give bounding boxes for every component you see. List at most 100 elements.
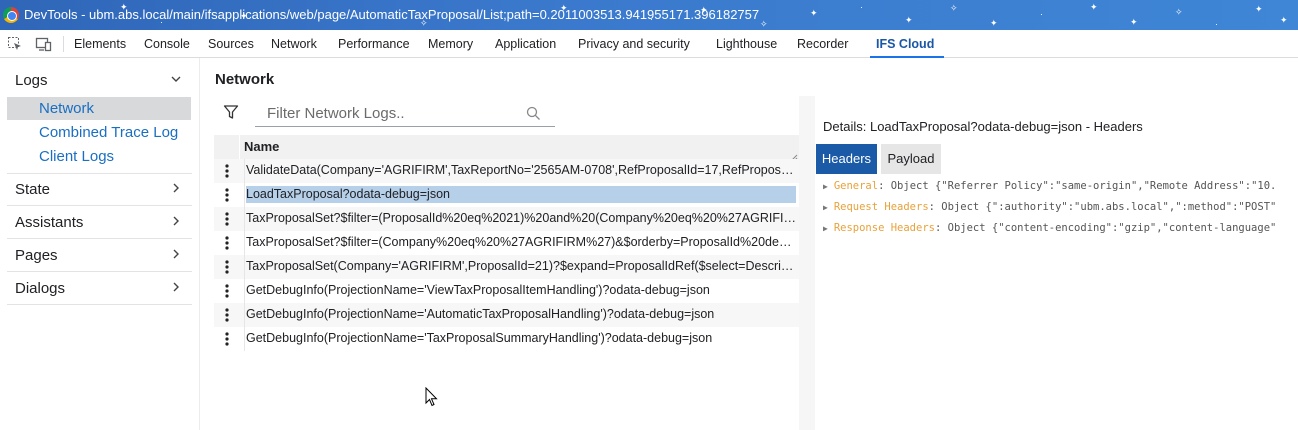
table-row[interactable]: GetDebugInfo(ProjectionName='ViewTaxProp… — [214, 279, 799, 303]
window-title-bar: ✦ · ✦ ✧ ✦ · ✦ ✧ ✦ · ✦ ✧ ✦ · ✦ ✦ ✧ · ✦ ✦ … — [0, 0, 1298, 30]
header-group-request-headers[interactable]: ▶ Request Headers: Object {":authority":"… — [823, 201, 1276, 213]
header-group-value: : Object {"Referrer Policy":"same-origin… — [878, 180, 1277, 192]
header-group-key: Response Headers — [833, 222, 935, 234]
sidebar-section-logs[interactable]: Logs — [7, 64, 192, 97]
chevron-down-icon — [170, 73, 182, 85]
request-name[interactable]: ValidateData(Company='AGRIFIRM',TaxRepor… — [246, 163, 796, 177]
chrome-icon — [3, 7, 19, 23]
chevron-right-icon — [170, 281, 182, 293]
network-panel: Network Name ValidateData(Company='AGRIF… — [200, 58, 799, 430]
header-grip — [214, 135, 240, 159]
table-row[interactable]: LoadTaxProposal?odata-debug=json — [214, 183, 799, 207]
tab-recorder[interactable]: Recorder — [797, 30, 848, 58]
table-cell-name: GetDebugInfo(ProjectionName='ViewTaxProp… — [244, 279, 797, 303]
table-cell-name: TaxProposalSet?$filter=(ProposalId%20eq%… — [244, 207, 797, 231]
sidebar-item-label: Network — [39, 100, 95, 117]
header-group-value: : Object {"content-encoding":"gzip","con… — [934, 222, 1277, 234]
request-name[interactable]: GetDebugInfo(ProjectionName='TaxProposal… — [246, 331, 796, 345]
tab-application[interactable]: Application — [495, 30, 556, 58]
resize-handle-icon[interactable] — [790, 150, 798, 162]
table-cell-name: GetDebugInfo(ProjectionName='AutomaticTa… — [244, 303, 797, 327]
header-group-key: Request Headers — [833, 201, 929, 213]
table-row[interactable]: TaxProposalSet?$filter=(Company%20eq%20%… — [214, 231, 799, 255]
sidebar-item-client-logs[interactable]: Client Logs — [7, 145, 191, 168]
sidebar-section-dialogs[interactable]: Dialogs — [7, 272, 192, 305]
filter-network-logs-input[interactable] — [255, 100, 515, 126]
expand-arrow-icon: ▶ — [823, 182, 828, 191]
sidebar-section-assistants[interactable]: Assistants — [7, 206, 192, 239]
more-options-icon[interactable] — [220, 234, 234, 252]
request-name[interactable]: TaxProposalSet?$filter=(Company%20eq%20%… — [246, 235, 796, 249]
devtools-tab-bar: Elements Console Sources Network Perform… — [0, 30, 1298, 58]
table-cell-name: ValidateData(Company='AGRIFIRM',TaxRepor… — [244, 159, 797, 183]
table-cell-name: TaxProposalSet?$filter=(Company%20eq%20%… — [244, 231, 797, 255]
filter-icon[interactable] — [223, 104, 239, 120]
tab-elements[interactable]: Elements — [74, 30, 126, 58]
mouse-cursor-icon — [425, 387, 438, 407]
sidebar-section-label: Pages — [15, 247, 58, 264]
table-header: Name — [214, 135, 799, 162]
column-header-name[interactable]: Name — [244, 139, 279, 154]
details-title: Details: LoadTaxProposal?odata-debug=jso… — [823, 119, 1143, 134]
table-row[interactable]: TaxProposalSet(Company='AGRIFIRM',Propos… — [214, 255, 799, 279]
sidebar: Logs Network Combined Trace Log Client L… — [0, 58, 199, 430]
table-row[interactable]: GetDebugInfo(ProjectionName='TaxProposal… — [214, 327, 799, 351]
table-row[interactable]: TaxProposalSet?$filter=(ProposalId%20eq%… — [214, 207, 799, 231]
tab-privacy-and-security[interactable]: Privacy and security — [578, 30, 690, 58]
tab-ifs-cloud[interactable]: IFS Cloud — [869, 30, 945, 58]
header-group-response-headers[interactable]: ▶ Response Headers: Object {"content-enco… — [823, 222, 1276, 234]
request-name[interactable]: TaxProposalSet(Company='AGRIFIRM',Propos… — [246, 259, 796, 273]
request-name[interactable]: TaxProposalSet?$filter=(ProposalId%20eq%… — [246, 211, 796, 225]
tab-sources[interactable]: Sources — [208, 30, 254, 58]
table-cell-name: LoadTaxProposal?odata-debug=json — [244, 183, 797, 207]
sidebar-section-label: Dialogs — [15, 280, 66, 297]
sidebar-section-label: Assistants — [15, 214, 84, 231]
sidebar-section-label: Logs — [15, 72, 48, 89]
more-options-icon[interactable] — [220, 306, 234, 324]
more-options-icon[interactable] — [220, 186, 234, 204]
tab-performance[interactable]: Performance — [338, 30, 410, 58]
chevron-right-icon — [170, 248, 182, 260]
device-toolbar-icon[interactable] — [35, 36, 52, 52]
expand-arrow-icon: ▶ — [823, 203, 828, 212]
table-row[interactable]: GetDebugInfo(ProjectionName='AutomaticTa… — [214, 303, 799, 327]
sidebar-section-label: State — [15, 181, 51, 198]
sidebar-item-label: Combined Trace Log — [39, 124, 179, 141]
more-options-icon[interactable] — [220, 210, 234, 228]
request-name[interactable]: LoadTaxProposal?odata-debug=json — [246, 186, 796, 203]
details-content: Details: LoadTaxProposal?odata-debug=jso… — [815, 96, 1298, 430]
more-options-icon[interactable] — [220, 258, 234, 276]
expand-arrow-icon: ▶ — [823, 224, 828, 233]
tab-payload[interactable]: Payload — [881, 144, 941, 174]
details-panel: Details: LoadTaxProposal?odata-debug=jso… — [799, 96, 1298, 430]
filter-field — [255, 100, 555, 127]
tab-headers[interactable]: Headers — [816, 144, 877, 174]
more-options-icon[interactable] — [220, 330, 234, 348]
sidebar-item-label: Client Logs — [39, 148, 115, 165]
panel-title: Network — [215, 71, 275, 88]
table-cell-name: GetDebugInfo(ProjectionName='TaxProposal… — [244, 327, 797, 351]
chevron-right-icon — [170, 215, 182, 227]
tab-network[interactable]: Network — [271, 30, 317, 58]
header-group-general[interactable]: ▶ General: Object {"Referrer Policy":"sam… — [823, 180, 1276, 192]
sidebar-section-state[interactable]: State — [7, 173, 192, 206]
request-name[interactable]: GetDebugInfo(ProjectionName='ViewTaxProp… — [246, 283, 796, 297]
request-name[interactable]: GetDebugInfo(ProjectionName='AutomaticTa… — [246, 307, 796, 321]
tab-console[interactable]: Console — [144, 30, 190, 58]
header-group-key: General — [833, 180, 879, 192]
more-options-icon[interactable] — [220, 282, 234, 300]
inspect-element-icon[interactable] — [7, 36, 23, 52]
header-group-value: : Object {":authority":"ubm.abs.local","… — [928, 201, 1277, 213]
chevron-right-icon — [170, 182, 182, 194]
table-cell-name: TaxProposalSet(Company='AGRIFIRM',Propos… — [244, 255, 797, 279]
more-options-icon[interactable] — [220, 162, 234, 180]
sidebar-section-pages[interactable]: Pages — [7, 239, 192, 272]
tab-memory[interactable]: Memory — [428, 30, 473, 58]
sidebar-item-network[interactable]: Network — [7, 97, 191, 120]
tab-lighthouse[interactable]: Lighthouse — [716, 30, 777, 58]
table-row[interactable]: ValidateData(Company='AGRIFIRM',TaxRepor… — [214, 159, 799, 183]
sidebar-item-combined-trace-log[interactable]: Combined Trace Log — [7, 121, 191, 144]
search-icon[interactable] — [526, 106, 541, 121]
toolbar-divider — [63, 36, 64, 52]
window-title: DevTools - ubm.abs.local/main/ifsapplica… — [24, 7, 760, 22]
